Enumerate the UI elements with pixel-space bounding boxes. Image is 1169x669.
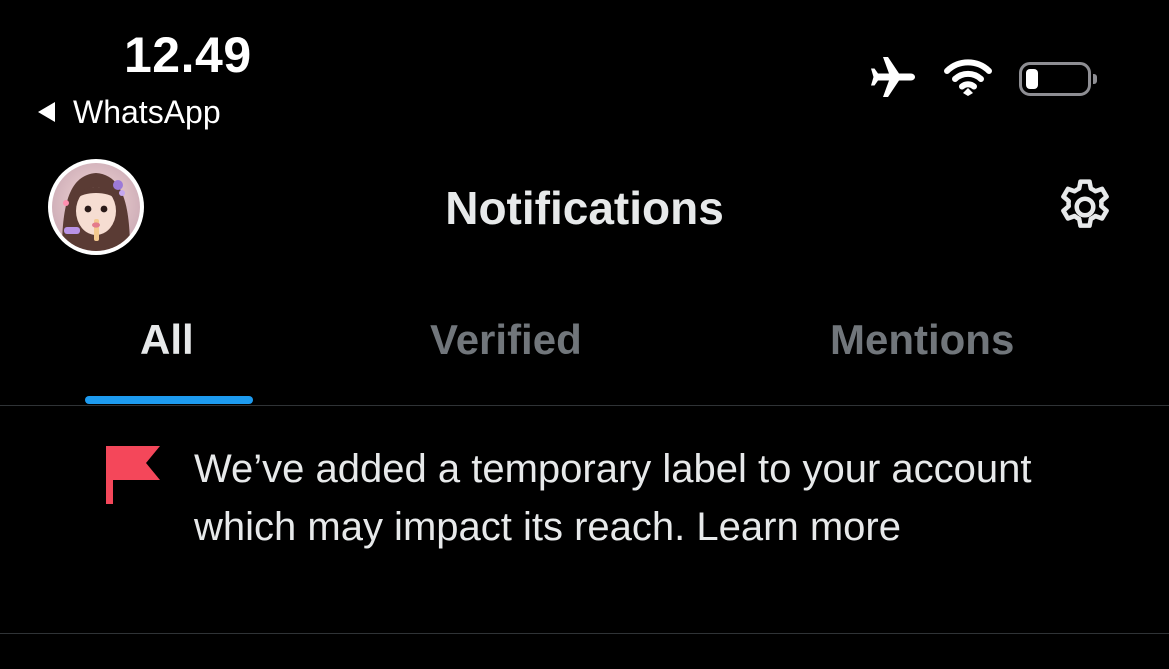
notification-item[interactable]: We’ve added a temporary label to your ac… (0, 406, 1169, 634)
battery-level (1026, 69, 1038, 89)
status-time: 12.49 (124, 27, 252, 83)
back-to-app-button[interactable]: WhatsApp (38, 92, 221, 132)
page-title: Notifications (445, 182, 724, 234)
tab-all[interactable]: All (140, 310, 194, 370)
flag-icon (104, 444, 164, 506)
wifi-icon (943, 58, 993, 101)
tab-verified[interactable]: Verified (430, 310, 582, 370)
active-tab-indicator (85, 396, 253, 404)
notification-message: We’ve added a temporary label to your ac… (194, 447, 1032, 549)
back-app-label: WhatsApp (73, 94, 221, 130)
notifications-screen: 12.49 WhatsApp Notifications All Verifie… (0, 0, 1169, 669)
status-icons (869, 55, 1097, 104)
gear-icon (1053, 175, 1117, 244)
settings-button[interactable] (1052, 176, 1118, 242)
learn-more-link[interactable]: Learn more (696, 505, 901, 549)
tab-mentions[interactable]: Mentions (830, 310, 1014, 370)
back-triangle-icon (38, 102, 55, 122)
notification-text: We’ve added a temporary label to your ac… (194, 440, 1074, 556)
battery-icon (1019, 62, 1097, 96)
airplane-icon (869, 55, 917, 104)
notification-tabs: All Verified Mentions (0, 290, 1169, 406)
